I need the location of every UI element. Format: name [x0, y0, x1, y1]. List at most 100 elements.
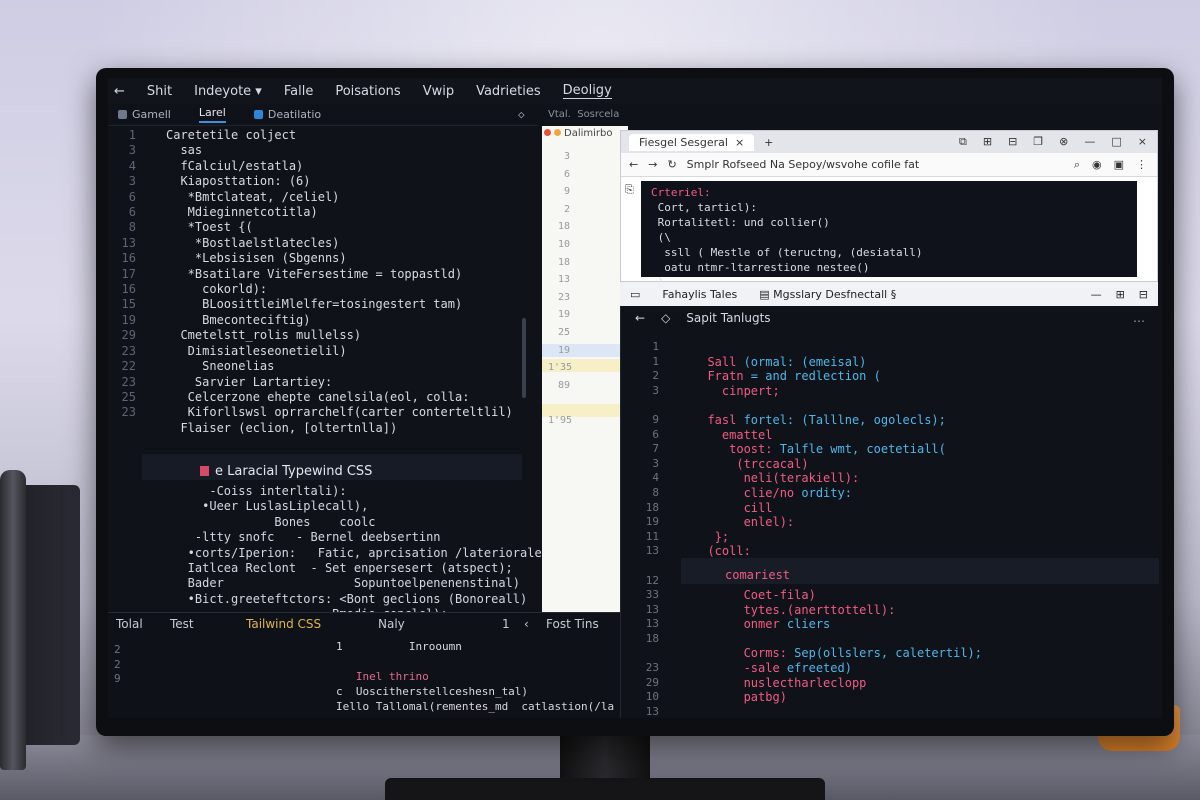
line-number: 2: [114, 643, 121, 656]
right-diamond-icon[interactable]: ◇: [661, 311, 670, 325]
line-number: 23: [121, 343, 136, 358]
bottom-tab-3[interactable]: Tailwind CSS: [246, 617, 321, 631]
code-line: Bmeconteciftig): [166, 312, 311, 327]
extensions-icon[interactable]: ▣: [1114, 158, 1124, 172]
tab-1[interactable]: Gamell: [118, 108, 171, 121]
code-line: Dimisiatleseonetielil): [166, 343, 347, 358]
profile-icon[interactable]: ◉: [1092, 158, 1102, 172]
tailwind-callout: e Laracial Typewind CSS: [200, 464, 372, 479]
bottom-tab-2[interactable]: Test: [170, 617, 194, 631]
bottom-tab-1[interactable]: Tolal: [116, 617, 143, 631]
window-ctrl-5-icon[interactable]: ⊗: [1059, 135, 1068, 149]
line-number: 17: [121, 266, 136, 281]
panel-folder-icon: ▭: [630, 287, 641, 301]
white-head-1: Vtal.: [548, 109, 571, 120]
bottom-tab-5[interactable]: 1: [502, 617, 510, 631]
window-ctrl-3-icon[interactable]: ⊟: [1008, 135, 1017, 149]
line-number: 7: [652, 442, 659, 456]
terminal-output: 1 Inrooumn Inel thrino c Uoscitherstellce…: [336, 639, 636, 714]
menu-item-3[interactable]: Falle: [284, 84, 313, 99]
more-options-icon[interactable]: …: [1133, 311, 1159, 325]
line-number: 12: [645, 573, 659, 587]
code-line: cokorld):: [166, 282, 268, 297]
minimize-icon[interactable]: —: [1084, 135, 1095, 149]
menu-item-7[interactable]: Deoligy: [562, 83, 612, 99]
line-number: 23: [121, 405, 136, 420]
editor-tab-bar: Gamell Larel Deatilatio: [108, 104, 538, 126]
panel-controls: — ⊞ ⊟: [1091, 288, 1158, 301]
panel-split-icon[interactable]: ⊞: [1116, 288, 1125, 301]
panel-tab[interactable]: ▤ Mgsslary Desfnectall §: [759, 288, 896, 301]
close-window-icon[interactable]: ×: [1138, 135, 1147, 149]
code-line: tytes.(anerttottell):: [743, 602, 896, 617]
left-code-editor[interactable]: 1 3 4 3 6 6 8 13 16 17 16 15 19 29 23 22 23 25 23 Careteti…: [108, 128, 549, 652]
browser-tab-strip: Fiesgel Sesgeral × + ⧉ ⊞ ⊟ ❐ ⊗ — □ ×: [621, 131, 1157, 153]
panel-close-icon[interactable]: ⊟: [1139, 288, 1148, 301]
url-field[interactable]: Smplr Rofseed Na Sepoy/wsvohe cofile fat: [687, 158, 1064, 171]
bottom-tab-4[interactable]: Naly: [378, 617, 405, 631]
left-scrollbar[interactable]: [522, 318, 526, 398]
code-line: cill: [743, 500, 773, 515]
menu-item-6[interactable]: Vadrieties: [476, 84, 541, 99]
menu-bar: ← Shit Indeyote ▾ Falle Poisations Vwip …: [108, 78, 1162, 104]
back-icon[interactable]: ←: [629, 158, 638, 171]
line-number: 1'35: [548, 362, 573, 374]
code-line: Cort, tarticl):: [651, 201, 757, 214]
white-file-tab[interactable]: Dalimirbo: [544, 128, 624, 144]
browser-tab[interactable]: Fiesgel Sesgeral ×: [629, 133, 755, 151]
line-number: 13: [645, 704, 659, 718]
tab-1-label: Gamell: [132, 108, 171, 121]
code-line: Corms: Sep(ollslers, caletertil);: [743, 646, 983, 661]
window-ctrl-4-icon[interactable]: ❐: [1033, 135, 1043, 149]
maximize-icon[interactable]: □: [1111, 135, 1121, 149]
line-number: 6: [652, 427, 659, 441]
menu-item-1[interactable]: Shit: [147, 84, 172, 99]
code-line: Mdieginnetcotitla): [166, 205, 318, 220]
line-number: 3: [652, 456, 659, 470]
reload-icon[interactable]: ↻: [667, 158, 676, 171]
code-line: nuslectharleclopp: [743, 675, 867, 690]
line-number: 2: [114, 657, 121, 671]
line-number: 1: [652, 340, 659, 353]
white-head-2: Sosrcela: [577, 109, 620, 120]
devtools-icon[interactable]: ⎘: [625, 183, 634, 197]
menu-item-5[interactable]: Vwip: [423, 84, 454, 99]
panel-minimize-icon[interactable]: —: [1091, 288, 1102, 301]
new-tab-icon[interactable]: +: [764, 136, 773, 149]
line-number: 6: [128, 205, 136, 220]
window-ctrl-2-icon[interactable]: ⊞: [983, 135, 992, 149]
tab-2[interactable]: Larel: [198, 106, 226, 123]
code-line: Bader Sopuntoelpenenenstinal): [166, 576, 521, 591]
code-line: Iatlcea Reclont - Set enpersesert (atspe…: [166, 561, 513, 576]
code-line: *Bostlaelstlatecles): [166, 235, 340, 250]
line-number: 16: [121, 282, 136, 297]
code-line: -ltty snofc - Bernel deebsertinn: [166, 530, 441, 545]
forward-icon[interactable]: →: [648, 158, 657, 171]
code-line: BLoosittleiMlelfer=tosingestert tam): [166, 297, 463, 312]
menu-item-2[interactable]: Indeyote ▾: [194, 84, 262, 99]
right-back-icon[interactable]: ←: [635, 311, 645, 325]
menu-kebab-icon[interactable]: ⋮: [1136, 158, 1147, 172]
browser-content: ⎘ Crteriel: Cort, tarticl): Rortalitetl:…: [621, 177, 1157, 289]
close-tab-icon[interactable]: ×: [735, 136, 744, 149]
line-number: 19: [645, 515, 659, 529]
code-line: Caretetile colject: [166, 128, 297, 142]
line-number: 89: [557, 379, 570, 391]
bottom-tab-bar: Tolal Test Tailwind CSS Naly 1 ‹ Fost Ti…: [108, 613, 620, 635]
back-arrow-icon[interactable]: ←: [114, 84, 125, 99]
code-line: Rortalitetl: und collier(): [651, 216, 830, 229]
line-number: 2: [652, 369, 659, 383]
tab-3[interactable]: Deatilatio: [253, 108, 321, 121]
bottom-tab-6[interactable]: Fost Tins: [546, 617, 599, 631]
code-line: •Bict.greeteftctors: <Bont geclions (Bon…: [166, 591, 528, 606]
settings-diamond-icon[interactable]: ◇: [518, 108, 525, 121]
right-code-editor[interactable]: ← ◇ Sapit Tanlugts … 1123 9 6 7 3 4 8 18 19 11 13…: [620, 306, 1159, 718]
right-highlight-text: comariest: [725, 568, 791, 582]
bottom-chevron-icon[interactable]: ‹: [524, 617, 529, 631]
line-number: 9: [114, 672, 121, 685]
right-code-text: Sall (ormal: (emeisal) Fratn = and redle…: [693, 340, 1143, 705]
zoom-icon[interactable]: ⌕: [1074, 158, 1080, 172]
line-number: 19: [557, 309, 570, 321]
window-ctrl-1-icon[interactable]: ⧉: [959, 135, 967, 149]
menu-item-4[interactable]: Poisations: [335, 84, 400, 99]
